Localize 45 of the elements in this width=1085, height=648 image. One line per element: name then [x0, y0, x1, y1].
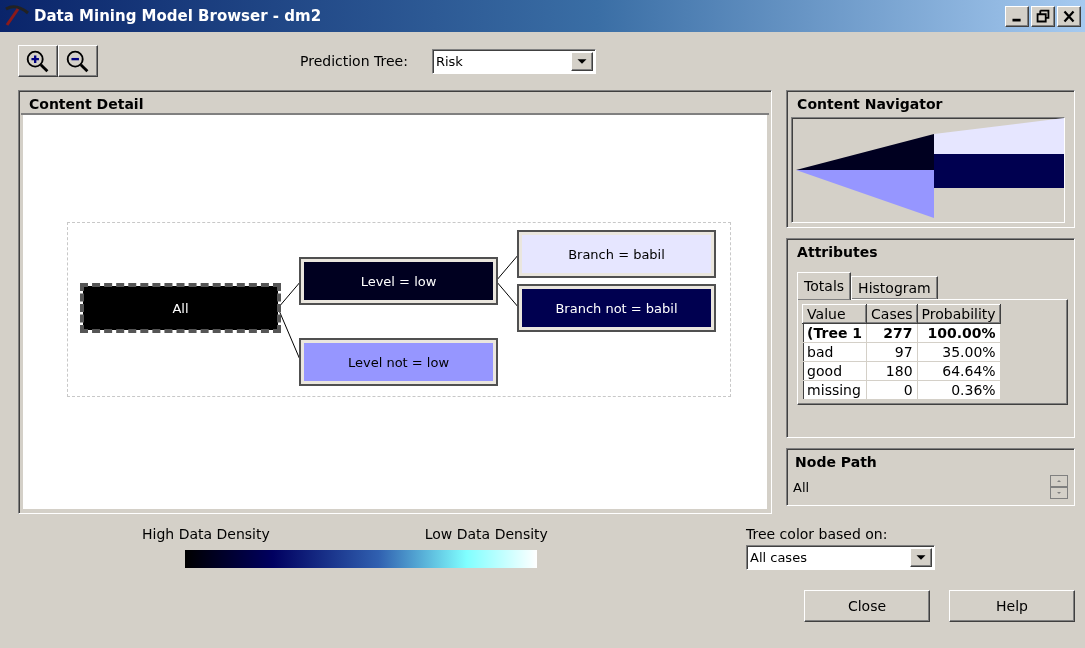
panel-title: Node Path	[794, 453, 878, 472]
prediction-tree-label: Prediction Tree:	[300, 53, 408, 69]
close-icon[interactable]	[1057, 5, 1081, 27]
tab[interactable]: Histogram	[851, 276, 938, 299]
table-cell: 277	[866, 323, 918, 343]
pickaxe-icon	[4, 5, 30, 27]
minimize-icon[interactable]	[1005, 5, 1029, 27]
zoom-in-icon[interactable]	[18, 45, 58, 77]
column-header[interactable]: Value	[802, 304, 867, 324]
table-cell: bad	[802, 342, 867, 362]
table-cell: 0	[866, 380, 918, 400]
tree-node[interactable]: Level = low	[301, 259, 496, 303]
table-cell: 0.36%	[917, 380, 1001, 400]
table-cell: 64.64%	[917, 361, 1001, 381]
tree-color-dropdown[interactable]: All cases	[746, 545, 935, 570]
prediction-tree-dropdown[interactable]: Risk	[431, 48, 596, 74]
window-title: Data Mining Model Browser - dm2	[34, 7, 323, 25]
tree-node[interactable]: Level not = low	[301, 340, 496, 384]
tree-color-label: Tree color based on:	[746, 526, 889, 542]
table-cell: (Tree 1	[802, 323, 867, 343]
table-cell: missing	[802, 380, 867, 400]
tree-node[interactable]: Branch not = babil	[519, 286, 714, 330]
restore-icon[interactable]	[1031, 5, 1055, 27]
zoom-out-icon[interactable]	[58, 45, 98, 77]
table-cell: good	[802, 361, 867, 381]
dialog-button[interactable]: Close	[804, 590, 930, 622]
column-header[interactable]: Cases	[866, 304, 918, 324]
node-path-value: All	[793, 479, 810, 495]
panel-title: Content Navigator	[796, 95, 944, 114]
connector-line	[495, 253, 520, 282]
column-header[interactable]: Probability	[917, 304, 1001, 324]
tab[interactable]: Totals	[797, 272, 852, 300]
legend-label: High Data Density	[142, 526, 270, 542]
navigator-drawing[interactable]	[791, 117, 1066, 223]
dialog-button[interactable]: Help	[949, 590, 1075, 622]
tree-node[interactable]: All	[83, 286, 278, 330]
table-cell: 35.00%	[917, 342, 1001, 362]
table-cell: 97	[866, 342, 918, 362]
table-cell: 180	[866, 361, 918, 381]
panel-title: Attributes	[796, 243, 879, 262]
table-cell: 100.00%	[917, 323, 1001, 343]
spinner-icon[interactable]	[1050, 475, 1068, 499]
connector-line	[495, 280, 520, 309]
legend-label: Low Data Density	[424, 526, 548, 542]
tree-node[interactable]: Branch = babil	[519, 232, 714, 276]
